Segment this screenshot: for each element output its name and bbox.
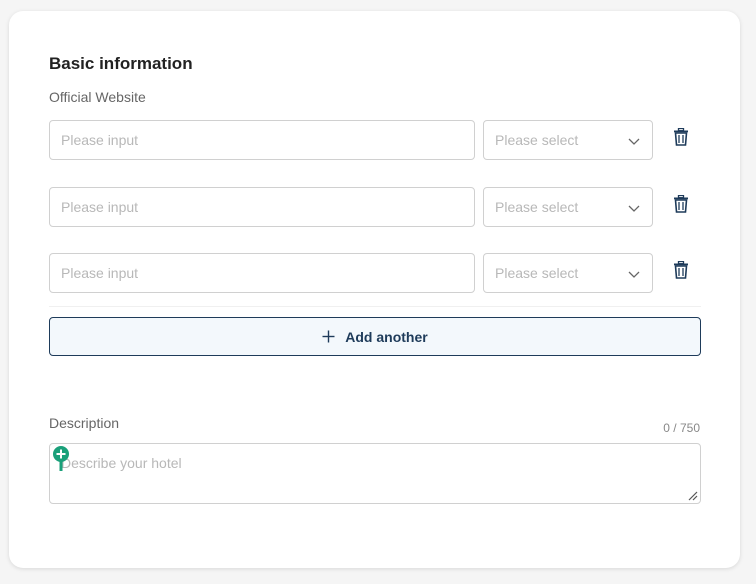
trash-icon[interactable] [673,195,689,213]
description-textarea[interactable]: Describe your hotel [49,443,701,504]
website-url-input[interactable]: Please input [49,187,475,227]
website-url-input[interactable]: Please input [49,253,475,293]
resize-handle-icon[interactable] [688,491,698,501]
trash-icon[interactable] [673,261,689,279]
description-placeholder: Describe your hotel [61,455,182,471]
chevron-down-icon [628,205,640,212]
website-url-placeholder: Please input [61,199,139,215]
add-another-label: Add another [345,328,428,345]
website-type-placeholder: Please select [495,265,579,281]
website-url-placeholder: Please input [61,132,139,148]
website-row: Please input Please select [49,253,709,293]
website-type-select[interactable]: Please select [483,120,653,160]
add-cursor-icon [53,446,69,471]
website-type-placeholder: Please select [495,132,579,148]
website-type-placeholder: Please select [495,199,579,215]
chevron-down-icon [628,138,640,145]
website-row: Please input Please select [49,120,709,160]
website-type-select[interactable]: Please select [483,187,653,227]
section-title: Basic information [49,54,193,73]
description-char-counter: 0 / 750 [663,421,700,435]
basic-information-card: Basic information Official Website Pleas… [9,11,740,568]
chevron-down-icon [628,271,640,278]
official-website-label: Official Website [49,89,146,105]
add-another-button[interactable]: Add another [49,317,701,356]
divider [49,306,701,307]
website-url-placeholder: Please input [61,265,139,281]
plus-icon [322,330,335,343]
trash-icon[interactable] [673,128,689,146]
website-row: Please input Please select [49,187,709,227]
website-type-select[interactable]: Please select [483,253,653,293]
website-url-input[interactable]: Please input [49,120,475,160]
description-label: Description [49,415,120,431]
